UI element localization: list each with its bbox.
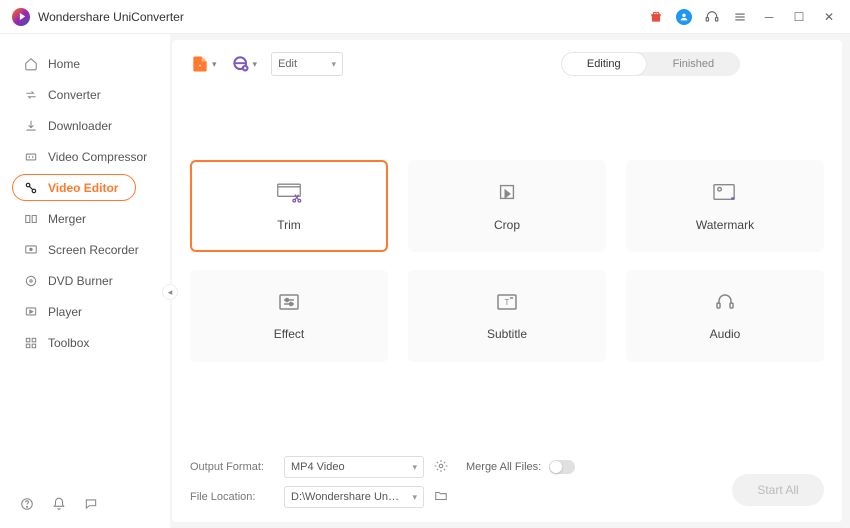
edit-mode-select[interactable]: Edit ▾ [271, 52, 343, 76]
trim-icon [276, 181, 302, 208]
edit-mode-label: Edit [278, 58, 297, 70]
converter-icon [24, 88, 38, 102]
toolbox-icon [24, 336, 38, 350]
sidebar-item-player[interactable]: Player [0, 296, 170, 327]
editor-icon [24, 181, 38, 195]
card-trim[interactable]: Trim [190, 160, 388, 252]
chevron-down-icon: ▾ [412, 462, 417, 473]
card-crop[interactable]: Crop [408, 160, 606, 252]
sidebar-item-label: Player [48, 305, 82, 319]
card-label: Subtitle [487, 327, 527, 341]
settings-icon[interactable] [434, 459, 448, 476]
feedback-icon[interactable] [84, 497, 98, 514]
home-icon [24, 57, 38, 71]
sidebar-collapse-button[interactable]: ◂ [162, 284, 178, 300]
audio-icon [713, 292, 737, 317]
watermark-icon [711, 181, 739, 208]
crop-icon [495, 181, 519, 208]
maximize-button[interactable]: ☐ [790, 8, 808, 26]
sidebar-item-merger[interactable]: Merger [0, 203, 170, 234]
compressor-icon [24, 150, 38, 164]
start-all-button[interactable]: Start All [732, 474, 824, 506]
file-location-select[interactable]: D:\Wondershare UniConverter 1 ▾ [284, 486, 424, 508]
sidebar-item-label: Video Compressor [48, 150, 147, 164]
merger-icon [24, 212, 38, 226]
card-label: Watermark [696, 218, 754, 232]
app-logo-icon [12, 8, 30, 26]
chevron-down-icon: ▾ [253, 59, 258, 70]
chevron-down-icon: ▾ [212, 59, 217, 70]
sidebar-item-compressor[interactable]: Video Compressor [0, 141, 170, 172]
card-label: Trim [277, 218, 301, 232]
sidebar-item-label: Downloader [48, 119, 112, 133]
sidebar-item-label: Video Editor [48, 181, 118, 195]
sidebar-item-video-editor[interactable]: Video Editor [0, 172, 170, 203]
sidebar-item-toolbox[interactable]: Toolbox [0, 327, 170, 358]
sidebar-item-label: Converter [48, 88, 101, 102]
user-avatar-icon[interactable] [676, 9, 692, 25]
hamburger-icon[interactable] [732, 9, 748, 25]
add-url-button[interactable]: ▾ [231, 54, 258, 74]
sidebar-item-label: Toolbox [48, 336, 89, 350]
sidebar-item-label: Merger [48, 212, 86, 226]
sidebar-item-label: DVD Burner [48, 274, 113, 288]
notification-icon[interactable] [52, 497, 66, 514]
recorder-icon [24, 243, 38, 257]
titlebar: Wondershare UniConverter ─ ☐ ✕ [0, 0, 850, 34]
sidebar-item-downloader[interactable]: Downloader [0, 110, 170, 141]
sidebar-item-converter[interactable]: Converter [0, 79, 170, 110]
dvd-icon [24, 274, 38, 288]
svg-text:T: T [505, 298, 510, 307]
card-subtitle[interactable]: T Subtitle [408, 270, 606, 362]
gift-icon[interactable] [648, 9, 664, 25]
close-button[interactable]: ✕ [820, 8, 838, 26]
add-file-button[interactable]: ▾ [190, 54, 217, 74]
downloader-icon [24, 119, 38, 133]
sidebar-item-home[interactable]: Home [0, 48, 170, 79]
card-watermark[interactable]: Watermark [626, 160, 824, 252]
output-format-label: Output Format: [190, 461, 274, 473]
chevron-down-icon: ▾ [412, 492, 417, 503]
file-location-label: File Location: [190, 491, 274, 503]
subtitle-icon: T [495, 292, 519, 317]
folder-icon[interactable] [434, 489, 448, 506]
tool-grid: Trim Crop Watermark Effect T Subtitle [190, 160, 824, 362]
sidebar-item-recorder[interactable]: Screen Recorder [0, 234, 170, 265]
support-icon[interactable] [704, 9, 720, 25]
card-audio[interactable]: Audio [626, 270, 824, 362]
sidebar-item-label: Screen Recorder [48, 243, 139, 257]
card-effect[interactable]: Effect [190, 270, 388, 362]
card-label: Audio [710, 327, 741, 341]
app-title: Wondershare UniConverter [38, 10, 184, 24]
tab-editing[interactable]: Editing [561, 52, 647, 76]
main-panel: ▾ ▾ Edit ▾ Editing Finished Trim [172, 40, 842, 522]
card-label: Crop [494, 218, 520, 232]
sidebar: Home Converter Downloader Video Compress… [0, 34, 170, 528]
effect-icon [277, 292, 301, 317]
tab-finished[interactable]: Finished [647, 52, 741, 76]
output-format-select[interactable]: MP4 Video ▾ [284, 456, 424, 478]
sidebar-item-dvd[interactable]: DVD Burner [0, 265, 170, 296]
toolbar: ▾ ▾ Edit ▾ Editing Finished [172, 40, 842, 90]
card-label: Effect [274, 327, 304, 341]
chevron-down-icon: ▾ [332, 59, 337, 70]
help-icon[interactable] [20, 497, 34, 514]
minimize-button[interactable]: ─ [760, 8, 778, 26]
status-tabs: Editing Finished [561, 52, 740, 76]
sidebar-item-label: Home [48, 57, 80, 71]
merge-toggle[interactable] [549, 460, 575, 474]
player-icon [24, 305, 38, 319]
merge-label: Merge All Files: [466, 461, 541, 473]
